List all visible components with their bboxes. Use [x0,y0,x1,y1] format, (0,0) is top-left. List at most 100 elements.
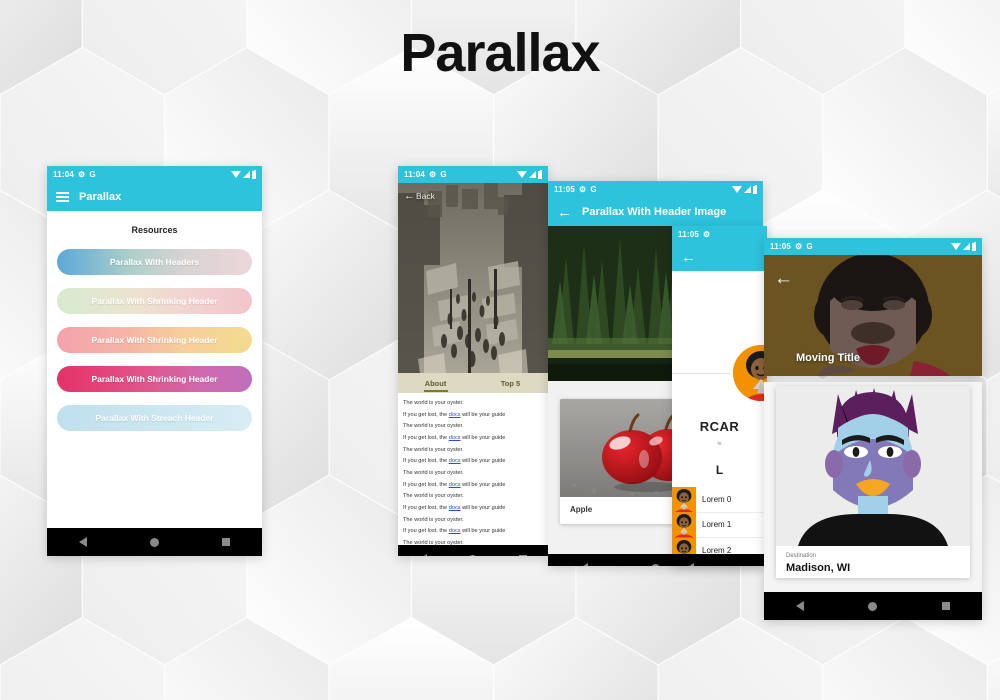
recents-square-icon[interactable] [519,555,528,556]
docs-link[interactable]: docs [449,482,461,488]
status-bar: 11:04 ⚙ G [47,166,262,183]
wifi-icon [732,186,742,193]
google-icon: G [590,185,597,194]
wifi-icon [231,171,241,178]
resource-button-0[interactable]: Parallax With Headers [57,249,252,275]
phone-mockup-destination: Destination Madison, WI [764,382,982,620]
back-triangle-icon[interactable] [418,554,427,556]
status-bar: 11:05 ⚙ G [548,181,763,198]
list-item-avatar [672,512,696,538]
status-time: 11:05 [770,242,792,251]
paragraph-text-pre: If you get lost, the [403,411,449,418]
paragraph-list: The world is your oyster. If you get lost… [398,393,548,545]
docs-link[interactable]: docs [449,505,461,511]
paragraph-block: The world is your oyster. If you get lost… [403,446,543,466]
docs-link[interactable]: docs [449,458,461,464]
app-bar-title: Parallax With Header Image [582,206,727,218]
settings-icon: ⚙ [78,170,86,179]
status-time: 11:04 [404,170,426,179]
phone-mockup-shrinking-header: 11:04 ⚙ G ← Back About Top 5 The world i… [398,166,548,556]
settings-icon: ⚙ [429,170,437,179]
resource-button-4[interactable]: Parallax With Streach Header [57,405,252,431]
home-circle-icon[interactable] [868,601,878,611]
docs-link[interactable]: docs [449,528,461,534]
arrow-left-icon[interactable]: ← [681,250,696,265]
list-item-avatar [672,537,696,554]
app-bar: ← [672,243,767,271]
status-time: 11:05 [678,230,700,239]
back-triangle-icon[interactable] [579,563,588,566]
profile-name: RCAR [699,419,740,434]
wifi-icon [517,171,527,178]
destination-label: Destination [786,553,817,559]
destination-card[interactable]: Destination Madison, WI [776,386,970,578]
list-item-label: Lorem 0 [702,494,732,504]
paragraph-text-pre: If you get lost, the [403,528,449,535]
back-triangle-icon[interactable] [796,601,805,611]
google-icon: G [806,242,813,251]
paragraph-text-post: will be your guide [460,481,506,488]
profile-body: RCAR lo L Lorem 0Lorem 1Lorem 2Lorem 3Lo… [672,271,767,554]
paragraph-text-pre: If you get lost, the [403,504,449,511]
tab-top5[interactable]: Top 5 [473,379,548,388]
android-nav-bar [672,554,767,566]
back-triangle-icon[interactable] [78,537,87,547]
signal-icon [529,171,536,178]
google-icon: G [440,170,447,179]
paragraph-line-2: If you get lost, the docs will be your g… [403,411,543,420]
signal-icon [744,186,751,193]
paragraph-text-pre: If you get lost, the [403,434,449,441]
back-button[interactable]: ← [774,269,793,288]
hero-image-historic-street: ← Back [398,183,548,373]
paragraph-text-pre: If you get lost, the [403,481,449,488]
status-bar: 11:05 ⚙ [672,226,767,243]
list-item[interactable]: Lorem 0 [672,486,767,513]
paragraph-line-1: The world is your oyster. [403,493,464,500]
paragraph-text-post: will be your guide [460,504,506,511]
status-bar: 11:04 ⚙ G [398,166,548,183]
list-item-avatar [672,486,696,512]
home-circle-icon[interactable] [650,563,660,566]
lorem-list: Lorem 0Lorem 1Lorem 2Lorem 3Lorem 4 [672,486,767,554]
back-triangle-icon[interactable] [686,563,694,566]
paragraph-line-2: If you get lost, the docs will be your g… [403,481,543,490]
battery-icon [972,241,976,251]
page-title: Parallax [400,23,600,83]
back-label: Back [416,191,435,201]
list-item[interactable]: Lorem 2 [672,537,767,554]
app-bar-title: Parallax [79,191,122,203]
hamburger-icon[interactable] [56,192,69,202]
recents-square-icon[interactable] [222,538,231,546]
home-circle-icon[interactable] [468,554,478,556]
back-button[interactable]: ← Back [404,190,435,202]
profile-subtitle: lo [717,441,722,447]
destination-meta: Destination Madison, WI [776,546,970,578]
docs-link[interactable]: docs [449,435,461,441]
home-circle-icon[interactable] [149,537,159,547]
resource-button-2[interactable]: Parallax With Shrinking Header [57,327,252,353]
paragraph-line-2: If you get lost, the docs will be your g… [403,457,543,466]
paragraph-line-1: The world is your oyster. [403,423,464,430]
paragraph-line-2: If you get lost, the docs will be your g… [403,434,543,443]
hero-image-face-illustration: ← Moving Title [764,255,982,376]
android-nav-bar [398,545,548,556]
resource-button-3[interactable]: Parallax With Shrinking Header [57,366,252,392]
paragraph-line-2: If you get lost, the docs will be your g… [403,527,543,536]
list-item[interactable]: Lorem 1 [672,512,767,538]
arrow-left-icon[interactable]: ← [557,205,572,220]
app-bar: Parallax [47,183,262,211]
google-icon: G [89,170,96,179]
battery-icon [753,184,757,194]
paragraph-line-1: The world is your oyster. [403,516,464,523]
signal-icon [963,243,970,250]
tab-about[interactable]: About [398,379,473,388]
paragraph-text-post: will be your guide [460,528,506,535]
paragraph-block: The world is your oyster. If you get lost… [403,492,543,512]
paragraph-block: The world is your oyster. If you get lost… [403,422,543,442]
resource-button-1[interactable]: Parallax With Shrinking Header [57,288,252,314]
arrow-left-icon: ← [774,268,793,289]
battery-icon [252,169,256,179]
docs-link[interactable]: docs [449,412,461,418]
recents-square-icon[interactable] [941,602,950,610]
phone-mockup-moving-title: 11:05 ⚙ G ← Moving Title [764,238,982,376]
